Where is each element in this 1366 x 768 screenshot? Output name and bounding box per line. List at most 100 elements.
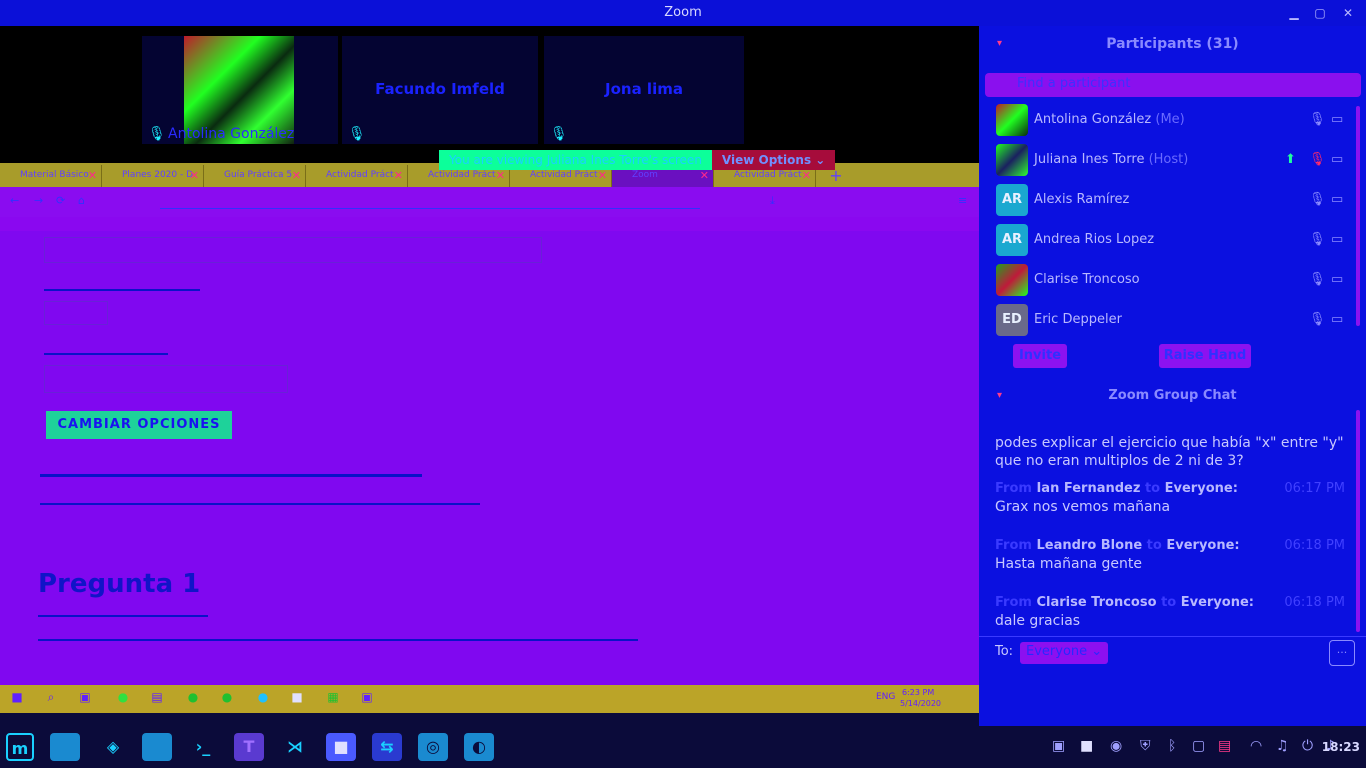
number-input[interactable] — [44, 301, 108, 325]
video-off-icon[interactable]: ▭ — [1331, 192, 1343, 207]
zoom-taskbar-icon[interactable]: ■ — [326, 733, 356, 761]
shield-icon[interactable]: ⛨ — [1140, 738, 1151, 754]
participants-scrollbar[interactable] — [1356, 106, 1360, 326]
cambiar-opciones-button[interactable]: CAMBIAR OPCIONES — [46, 411, 232, 439]
close-tab-icon[interactable]: ✕ — [598, 169, 607, 182]
participant-row[interactable]: ED Eric Deppeler 🎙 ▭ — [979, 300, 1355, 340]
view-options-button[interactable]: View Options ⌄ — [711, 150, 836, 170]
video-off-icon[interactable]: ▭ — [1331, 112, 1343, 127]
taskbar-clock[interactable]: 18:23 — [1322, 740, 1360, 754]
home-icon[interactable]: ⌂ — [78, 194, 85, 207]
app-icon[interactable]: ◎ — [418, 733, 448, 761]
mic-on-icon[interactable]: 🎙 — [1309, 152, 1326, 167]
close-tab-icon[interactable]: ✕ — [496, 169, 505, 182]
video-tile-facundo[interactable]: Facundo Imfeld 🎙 — [342, 36, 538, 144]
video-tile-jona[interactable]: Jona lima 🎙 — [544, 36, 744, 144]
app-icon[interactable]: ◐ — [464, 733, 494, 761]
wifi-icon[interactable]: ◠ — [1250, 738, 1262, 754]
music-icon[interactable]: ♫ — [1276, 738, 1289, 754]
browser-tab[interactable]: Planes 2020 - D ✕ — [102, 165, 204, 187]
back-icon[interactable]: ← — [10, 194, 19, 207]
firefox-icon[interactable]: ● — [254, 690, 272, 708]
chat-more-icon[interactable]: ··· — [1329, 640, 1355, 666]
app-icon[interactable]: ▣ — [358, 690, 376, 708]
chat-message-header: From Clarise Troncoso to Everyone: 06:18 … — [995, 595, 1345, 610]
browser-tab[interactable]: Material Básico ✕ — [0, 165, 102, 187]
mic-muted-icon[interactable]: 🎙 — [1309, 192, 1326, 207]
power-icon[interactable]: ⏻ — [1302, 738, 1313, 754]
photos-icon[interactable]: ▦ — [324, 690, 342, 708]
close-icon[interactable]: ✕ — [1334, 0, 1362, 26]
browser-toolbar: ← → ⟳ ⌂ ⤓ ≡ — [0, 187, 979, 217]
teams-icon[interactable]: T — [234, 733, 264, 761]
close-tab-icon[interactable]: ✕ — [88, 169, 97, 182]
browser-tab[interactable]: Actividad Práct ✕ — [306, 165, 408, 187]
participant-search-input[interactable]: Find a participant — [985, 73, 1361, 97]
vscode-icon[interactable]: ⋊ — [280, 733, 310, 761]
video-off-icon[interactable]: ▭ — [1331, 152, 1343, 167]
select-field[interactable] — [44, 237, 542, 263]
zoom-tray-icon[interactable]: ■ — [1080, 738, 1093, 754]
flag-icon[interactable]: ▤ — [1218, 738, 1231, 754]
app-icon[interactable]: ● — [218, 690, 236, 708]
search-icon[interactable]: ⌕ — [42, 690, 60, 708]
participant-row[interactable]: Clarise Troncoso 🎙 ▭ — [979, 260, 1355, 300]
question-text — [38, 633, 638, 641]
files-icon[interactable] — [142, 733, 172, 761]
participant-row[interactable]: Antolina González (Me) 🎙 ▭ — [979, 100, 1355, 140]
url-bar[interactable] — [160, 193, 700, 209]
video-tile-antolina[interactable]: 🎙 Antolina González — [142, 36, 338, 144]
participant-name: Clarise Troncoso — [1034, 272, 1140, 287]
start-icon[interactable]: ■ — [8, 690, 26, 708]
language-indicator[interactable]: ENG — [876, 692, 895, 702]
video-off-icon[interactable]: ▭ — [1331, 232, 1343, 247]
terminal-icon[interactable]: ›_ — [188, 733, 218, 761]
reload-icon[interactable]: ⟳ — [56, 194, 65, 207]
close-tab-icon[interactable]: ✕ — [394, 169, 403, 182]
teams-tray-icon[interactable]: ▣ — [1052, 738, 1065, 754]
show-desktop-icon[interactable] — [50, 733, 80, 761]
raise-hand-button[interactable]: Raise Hand — [1159, 344, 1251, 368]
app-icon[interactable]: ⇆ — [372, 733, 402, 761]
forward-icon[interactable]: → — [34, 194, 43, 207]
hangouts-icon[interactable]: ● — [114, 690, 132, 708]
participant-row[interactable]: AR Alexis Ramírez 🎙 ▭ — [979, 180, 1355, 220]
maximize-icon[interactable]: ▢ — [1306, 0, 1334, 26]
clipboard-icon[interactable]: ▢ — [1192, 738, 1205, 754]
mic-muted-icon[interactable]: 🎙 — [1309, 232, 1326, 247]
browser-tab[interactable]: Guía Práctica 5 ✕ — [204, 165, 306, 187]
divider — [979, 636, 1366, 637]
close-tab-icon[interactable]: ✕ — [190, 169, 199, 182]
invite-button[interactable]: Invite — [1013, 344, 1067, 368]
participant-row[interactable]: Juliana Ines Torre (Host) ⬆ 🎙 ▭ — [979, 140, 1355, 180]
avatar: AR — [996, 224, 1028, 256]
zoom-icon[interactable]: ■ — [288, 690, 306, 708]
menu-icon[interactable]: ≡ — [958, 194, 967, 207]
download-icon[interactable]: ⤓ — [770, 194, 775, 208]
close-tab-icon[interactable]: ✕ — [802, 169, 811, 182]
file-explorer-icon[interactable]: ▤ — [148, 690, 166, 708]
linux-taskbar: m ◈ ›_ T ⋊ ■ ⇆ ◎ ◐ ▣ ■ ◉ ⛨ ᛒ ▢ ▤ ◠ ♫ ⏻ ♪… — [0, 726, 1366, 768]
brave-icon[interactable]: ◈ — [98, 733, 128, 761]
chat-recipient-select[interactable]: Everyone ⌄ — [1020, 642, 1109, 664]
chat-message: From Leandro Blone to Everyone: 06:18 PM … — [995, 538, 1355, 573]
video-off-icon[interactable]: ▭ — [1331, 312, 1343, 327]
mic-muted-icon[interactable]: 🎙 — [1309, 312, 1326, 327]
chat-scrollbar[interactable] — [1356, 410, 1360, 632]
app-icon[interactable]: ● — [184, 690, 202, 708]
bluetooth-icon[interactable]: ᛒ — [1168, 738, 1176, 754]
avatar — [996, 104, 1028, 136]
video-off-icon[interactable]: ▭ — [1331, 272, 1343, 287]
close-tab-icon[interactable]: ✕ — [700, 169, 709, 182]
mic-muted-icon[interactable]: 🎙 — [1309, 112, 1326, 127]
participant-row[interactable]: AR Andrea Rios Lopez 🎙 ▭ — [979, 220, 1355, 260]
mic-muted-icon[interactable]: 🎙 — [1309, 272, 1326, 287]
mic-muted-icon: 🎙 — [148, 126, 166, 142]
discord-tray-icon[interactable]: ◉ — [1110, 738, 1122, 754]
close-tab-icon[interactable]: ✕ — [292, 169, 301, 182]
select-field[interactable] — [44, 365, 288, 393]
chat-message-text: dale gracias — [995, 613, 1081, 629]
minimize-icon[interactable]: ▁ — [1280, 0, 1308, 26]
menu-icon[interactable]: m — [6, 733, 34, 761]
task-view-icon[interactable]: ▣ — [76, 690, 94, 708]
